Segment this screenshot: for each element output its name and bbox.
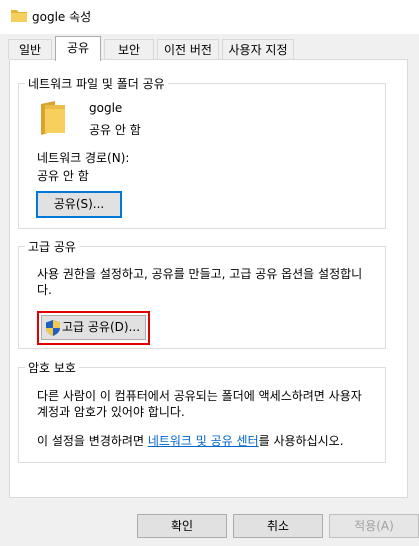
password-protection-group-title: 암호 보호 <box>25 359 79 376</box>
advanced-share-group-title: 고급 공유 <box>25 238 79 255</box>
password-protection-line2: 계정과 암호가 있어야 합니다. <box>37 405 185 419</box>
network-path-value: 공유 안 함 <box>37 169 89 183</box>
shield-icon <box>46 320 60 336</box>
tab-sharing[interactable]: 공유 <box>55 36 101 61</box>
tab-customize[interactable]: 사용자 지정 <box>222 39 294 59</box>
title-bar[interactable]: gogle 속성 <box>0 0 419 34</box>
advanced-share-description-line1: 사용 권한을 설정하고, 공유를 만들고, 고급 공유 옵션을 설정합니 <box>37 267 363 281</box>
apply-button[interactable]: 적용(A) <box>329 514 419 538</box>
password-protection-line1: 다른 사람이 이 컴퓨터에서 공유되는 폴더에 액세스하려면 사용자 <box>37 389 362 403</box>
share-status: 공유 안 함 <box>89 123 141 137</box>
folder-icon <box>41 101 65 135</box>
tab-security[interactable]: 보안 <box>104 39 154 59</box>
tab-general[interactable]: 일반 <box>8 39 52 59</box>
password-protection-line3-prefix: 이 설정을 변경하려면 <box>37 434 148 448</box>
folder-icon <box>11 10 27 22</box>
password-protection-line3-suffix: 를 사용하십시오. <box>258 434 344 448</box>
ok-button[interactable]: 확인 <box>137 514 227 538</box>
network-share-group-title: 네트워크 파일 및 폴더 공유 <box>25 75 168 92</box>
network-path-label: 네트워크 경로(N): <box>37 151 130 165</box>
network-sharing-center-link[interactable]: 네트워크 및 공유 센터 <box>148 434 259 448</box>
advanced-share-button-label: 고급 공유(D)... <box>62 320 141 334</box>
share-button[interactable]: 공유(S)... <box>36 191 122 218</box>
password-protection-line3: 이 설정을 변경하려면 네트워크 및 공유 센터를 사용하십시오. <box>37 432 344 449</box>
window-title: gogle 속성 <box>32 10 92 24</box>
advanced-share-description-line2: 다. <box>37 283 52 297</box>
tab-previous-versions[interactable]: 이전 버전 <box>157 39 219 59</box>
folder-name: gogle <box>89 101 123 115</box>
cancel-button[interactable]: 취소 <box>233 514 323 538</box>
advanced-share-button[interactable]: 고급 공유(D)... <box>41 315 146 340</box>
